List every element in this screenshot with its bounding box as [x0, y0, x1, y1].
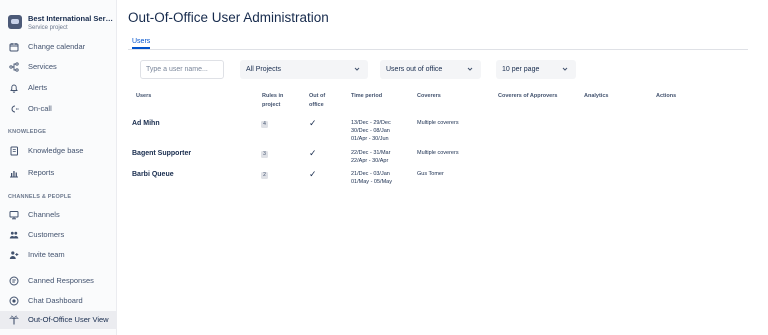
sidebar-item-label: Canned Responses — [28, 276, 94, 285]
sidebar-item-label: On-call — [28, 104, 52, 113]
sidebar-item-label: Channels — [28, 210, 60, 219]
project-header[interactable]: Best International Service Project Servi… — [8, 13, 114, 35]
rules-count-badge: 2 — [261, 172, 268, 179]
people-icon — [9, 231, 19, 239]
time-period-cell: 22/Dec - 31/Mar 22/Apr - 30/Apr — [351, 149, 390, 165]
sidebar-item-label: Services — [28, 62, 57, 71]
sidebar: Best International Service Project Servi… — [0, 0, 117, 335]
sidebar-item-out-of-office-user-view[interactable]: Out-Of-Office User View — [0, 311, 116, 329]
tab-divider — [128, 49, 748, 50]
add-person-icon — [9, 251, 19, 259]
out-of-office-check-icon: ✓ — [309, 118, 317, 128]
coverers-cell: Multiple coverers — [417, 150, 459, 156]
sidebar-item-chat-dashboard[interactable]: Chat Dashboard — [0, 292, 116, 310]
column-header-coverers-of-approvers: Coverers of Approvers — [498, 93, 558, 99]
section-title-channels: CHANNELS & PEOPLE — [8, 194, 72, 200]
page-title: Out-Of-Office User Administration — [128, 10, 329, 25]
time-period: 21/Dec - 03/Jan — [351, 171, 390, 177]
sidebar-item-on-call[interactable]: On-call — [0, 100, 116, 118]
chevron-down-icon — [354, 67, 360, 71]
sidebar-item-alerts[interactable]: Alerts — [0, 79, 116, 97]
user-search-input[interactable] — [140, 60, 224, 79]
sidebar-item-knowledge-base[interactable]: Knowledge base — [0, 142, 116, 160]
tab-users[interactable]: Users — [132, 38, 150, 45]
sidebar-item-label: Chat Dashboard — [28, 296, 83, 305]
sidebar-item-canned-responses[interactable]: Canned Responses — [0, 272, 116, 290]
project-logo-icon — [8, 15, 22, 29]
chat-icon — [9, 296, 19, 306]
user-name[interactable]: Bagent Supporter — [132, 150, 191, 157]
sidebar-item-label: Alerts — [28, 83, 48, 92]
sidebar-item-label: Customers — [28, 230, 65, 239]
sidebar-item-label: Invite team — [28, 250, 65, 259]
sidebar-item-label: Change calendar — [28, 42, 86, 51]
time-period-cell: 13/Dec - 29/Dec 30/Dec - 08/Jan 01/Apr -… — [351, 119, 391, 143]
coverers-cell: Multiple coverers — [417, 120, 459, 126]
column-header-time-period: Time period — [351, 93, 383, 99]
column-header-out-of-office: Out of office — [309, 93, 326, 108]
chevron-down-icon — [562, 67, 568, 71]
coverers-cell: Gus Tomer — [417, 171, 444, 177]
sidebar-item-channels[interactable]: Channels — [0, 206, 116, 224]
services-icon — [9, 62, 19, 72]
monitor-icon — [9, 211, 19, 220]
out-of-office-check-icon: ✓ — [309, 169, 317, 179]
chevron-down-icon — [467, 67, 473, 71]
time-period: 22/Dec - 31/Mar — [351, 150, 391, 156]
column-header-actions: Actions — [656, 93, 677, 99]
bell-icon — [10, 84, 18, 93]
time-period: 22/Apr - 30/Apr — [351, 158, 389, 164]
column-header-analytics: Analytics — [584, 93, 609, 99]
rules-count-badge: 3 — [261, 151, 268, 158]
time-period: 13/Dec - 29/Dec — [351, 120, 391, 126]
palm-tree-icon — [9, 315, 19, 325]
time-period: 01/Apr - 30/Jun — [351, 136, 389, 142]
time-period: 30/Dec - 08/Jan — [351, 128, 390, 134]
user-name[interactable]: Barbi Queue — [132, 171, 174, 178]
status-select[interactable]: Users out of office — [380, 60, 481, 79]
sidebar-item-services[interactable]: Services — [0, 58, 116, 76]
sidebar-item-label: Out-Of-Office User View — [28, 315, 109, 324]
status-select-value: Users out of office — [386, 66, 443, 73]
section-title-knowledge: KNOWLEDGE — [8, 129, 47, 135]
project-name: Best International Service Project — [28, 14, 114, 23]
chart-icon — [10, 171, 18, 178]
column-header-rules: Rules in project — [262, 93, 284, 108]
project-type: Service project — [28, 25, 68, 31]
project-select[interactable]: All Projects — [240, 60, 368, 79]
sidebar-item-reports[interactable]: Reports — [0, 164, 116, 182]
sidebar-item-customers[interactable]: Customers — [0, 226, 116, 244]
sidebar-item-invite-team[interactable]: Invite team — [0, 246, 116, 264]
canned-responses-icon — [9, 276, 19, 286]
sidebar-item-label: Knowledge base — [28, 146, 84, 155]
calendar-icon — [9, 43, 19, 52]
time-period-cell: 21/Dec - 03/Jan 01/May - 05/May — [351, 170, 392, 186]
user-name[interactable]: Ad Mihn — [132, 120, 160, 127]
column-header-users: Users — [136, 93, 152, 99]
book-icon — [10, 146, 18, 156]
per-page-select[interactable]: 10 per page — [496, 60, 576, 79]
column-header-coverers: Coverers — [417, 93, 441, 99]
rules-count-badge: 4 — [261, 121, 268, 128]
out-of-office-check-icon: ✓ — [309, 148, 317, 158]
time-period: 01/May - 05/May — [351, 179, 392, 185]
sidebar-item-change-calendar[interactable]: Change calendar — [0, 38, 116, 56]
sidebar-item-label: Reports — [28, 168, 55, 177]
per-page-select-value: 10 per page — [502, 66, 540, 73]
project-select-value: All Projects — [246, 66, 282, 73]
on-call-icon — [11, 105, 19, 113]
